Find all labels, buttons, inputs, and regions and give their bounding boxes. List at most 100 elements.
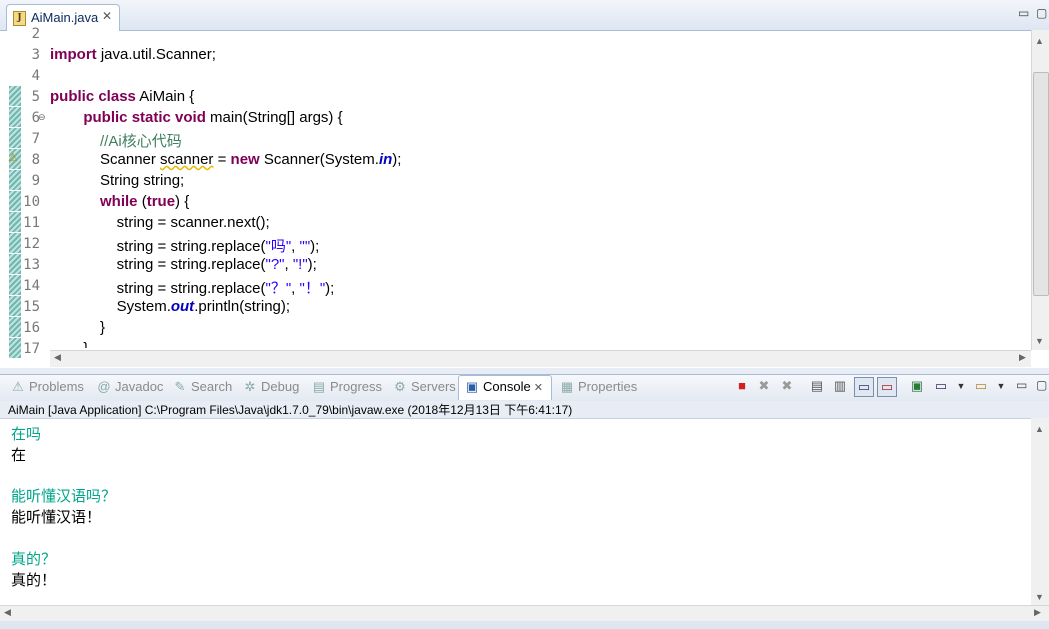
code-token: "！" bbox=[299, 280, 326, 297]
code-token: "？" bbox=[265, 280, 292, 297]
console-horizontal-scrollbar[interactable] bbox=[0, 605, 1049, 622]
code-line[interactable]: Scanner scanner = new Scanner(System.in)… bbox=[50, 151, 401, 168]
code-token: ); bbox=[310, 238, 320, 255]
code-line[interactable]: } bbox=[50, 340, 88, 348]
editor-scroll-thumb[interactable] bbox=[1033, 72, 1049, 296]
code-line[interactable]: string = string.replace("？", "！"); bbox=[50, 277, 335, 298]
launch-description: AiMain [Java Application] C:\Program Fil… bbox=[8, 403, 573, 417]
code-token: import bbox=[50, 46, 97, 63]
code-token: string = string.replace( bbox=[50, 280, 266, 297]
debug-icon: ✲ bbox=[244, 379, 256, 394]
display-console-icon[interactable]: ▭ bbox=[932, 377, 950, 395]
code-line[interactable]: } bbox=[50, 319, 105, 336]
remove-all-launches-icon[interactable]: ✖ bbox=[778, 377, 796, 395]
line-number: 13 bbox=[23, 257, 40, 273]
minimize-editor-icon[interactable]: ▭ bbox=[1018, 6, 1029, 20]
code-token: ( bbox=[137, 193, 147, 210]
code-line[interactable]: System.out.println(string); bbox=[50, 298, 290, 315]
code-line[interactable]: string = scanner.next(); bbox=[50, 214, 270, 231]
close-tab-icon[interactable]: ✕ bbox=[102, 9, 112, 23]
show-on-stderr-icon[interactable]: ▭ bbox=[877, 377, 897, 397]
scroll-right-icon[interactable]: ▶ bbox=[1019, 352, 1026, 363]
code-token: string = scanner.next(); bbox=[50, 214, 270, 231]
properties-icon: ▦ bbox=[560, 379, 574, 394]
code-token: true bbox=[146, 193, 176, 210]
line-number: 12 bbox=[23, 236, 40, 252]
code-token: ); bbox=[325, 280, 335, 297]
editor-horizontal-scrollbar[interactable] bbox=[50, 350, 1031, 367]
code-line[interactable]: public class AiMain { bbox=[50, 88, 194, 105]
line-number: 9 bbox=[31, 173, 40, 189]
code-token: new bbox=[230, 151, 260, 168]
minimize-view-icon[interactable]: ▭ bbox=[1016, 378, 1027, 392]
maximize-editor-icon[interactable]: ▢ bbox=[1036, 6, 1047, 20]
line-number: 7 bbox=[31, 131, 40, 147]
code-area[interactable]: import java.util.Scanner; public class Ai… bbox=[50, 30, 1030, 348]
code-token: out bbox=[170, 298, 195, 315]
tab-properties[interactable]: ▦ Properties bbox=[560, 379, 637, 397]
scroll-up-icon[interactable]: ▲ bbox=[1035, 36, 1044, 46]
code-line[interactable]: //Ai核心代码 bbox=[50, 130, 182, 151]
pin-console-icon[interactable]: ▣ bbox=[908, 377, 926, 395]
code-token: .println(string); bbox=[194, 298, 291, 315]
maximize-view-icon[interactable]: ▢ bbox=[1036, 378, 1047, 392]
code-line[interactable]: public static void main(String[] args) { bbox=[50, 109, 343, 126]
code-line[interactable]: string = string.replace("?", "!"); bbox=[50, 256, 317, 273]
display-console-dropdown-icon[interactable]: ▼ bbox=[952, 377, 970, 395]
show-on-stdout-icon[interactable]: ▭ bbox=[854, 377, 874, 397]
open-console-icon[interactable]: ▭ bbox=[972, 377, 990, 395]
code-token: void bbox=[175, 109, 206, 126]
code-token: } bbox=[50, 319, 106, 336]
line-number: 5 bbox=[31, 89, 40, 105]
terminate-icon[interactable]: ■ bbox=[733, 377, 751, 395]
console-scroll-down-icon[interactable]: ▼ bbox=[1035, 592, 1044, 602]
console-output-line: 真的！ bbox=[11, 571, 57, 589]
tab-progress[interactable]: ▤ Progress bbox=[312, 379, 382, 397]
tab-label: Search bbox=[191, 379, 233, 394]
tab-problems[interactable]: ⚠ Problems bbox=[11, 379, 84, 397]
search-icon: ✎ bbox=[174, 379, 186, 394]
editor-tab-label: AiMain.java bbox=[31, 10, 99, 25]
remove-launch-icon[interactable]: ✖ bbox=[755, 377, 773, 395]
code-line[interactable]: string = string.replace("吗", ""); bbox=[50, 235, 320, 256]
console-scroll-up-icon[interactable]: ▲ bbox=[1035, 424, 1044, 434]
console-vertical-scrollbar[interactable] bbox=[1031, 418, 1049, 605]
java-file-icon: J bbox=[13, 11, 26, 26]
close-console-tab-icon[interactable]: ✕ bbox=[531, 382, 543, 394]
tab-javadoc[interactable]: @ Javadoc bbox=[97, 379, 163, 397]
code-token: } bbox=[50, 340, 88, 348]
problems-icon: ⚠ bbox=[12, 379, 24, 394]
line-number: 15 bbox=[23, 299, 40, 315]
tab-label: Progress bbox=[330, 379, 383, 394]
line-number-gutter: 2 3 4 5 6 7 8 9 10 11 12 13 14 15 16 17 bbox=[20, 26, 50, 357]
console-scroll-left-icon[interactable]: ◀ bbox=[4, 607, 11, 618]
code-line[interactable]: while (true) { bbox=[50, 193, 189, 210]
tab-search[interactable]: ✎ Search bbox=[173, 379, 233, 397]
console-input-line: 能听懂汉语吗？ bbox=[11, 488, 117, 506]
code-token: main(String[] args) { bbox=[205, 109, 343, 126]
open-console-dropdown-icon[interactable]: ▼ bbox=[992, 377, 1010, 395]
code-token: public bbox=[50, 88, 95, 105]
scroll-lock-icon[interactable]: ▥ bbox=[831, 377, 849, 395]
tab-label: Javadoc bbox=[115, 379, 164, 394]
code-token: AiMain { bbox=[135, 88, 195, 105]
code-token: class bbox=[98, 88, 136, 105]
code-token: string = string.replace( bbox=[50, 256, 266, 273]
code-token: Scanner bbox=[50, 151, 161, 168]
console-output[interactable]: 在吗在能听懂汉语吗？ 能听懂汉语！ 真的？ 真的！ bbox=[0, 418, 1031, 605]
tab-console[interactable]: ▣ Console ✕ bbox=[465, 379, 543, 397]
tab-debug[interactable]: ✲ Debug bbox=[243, 379, 300, 397]
javadoc-icon: @ bbox=[97, 379, 111, 394]
scroll-left-icon[interactable]: ◀ bbox=[54, 352, 61, 363]
code-token: ) { bbox=[175, 193, 190, 210]
scroll-down-icon[interactable]: ▼ bbox=[1035, 336, 1044, 346]
tab-servers[interactable]: ⚙ Servers bbox=[393, 379, 456, 397]
code-line[interactable]: String string; bbox=[50, 172, 184, 189]
code-token: //Ai核心代码 bbox=[100, 133, 182, 150]
console-icon: ▣ bbox=[465, 379, 479, 394]
clear-console-icon[interactable]: ▤ bbox=[808, 377, 826, 395]
code-line[interactable]: import java.util.Scanner; bbox=[50, 46, 216, 63]
code-token: , bbox=[291, 238, 300, 255]
console-scroll-right-icon[interactable]: ▶ bbox=[1034, 607, 1041, 618]
